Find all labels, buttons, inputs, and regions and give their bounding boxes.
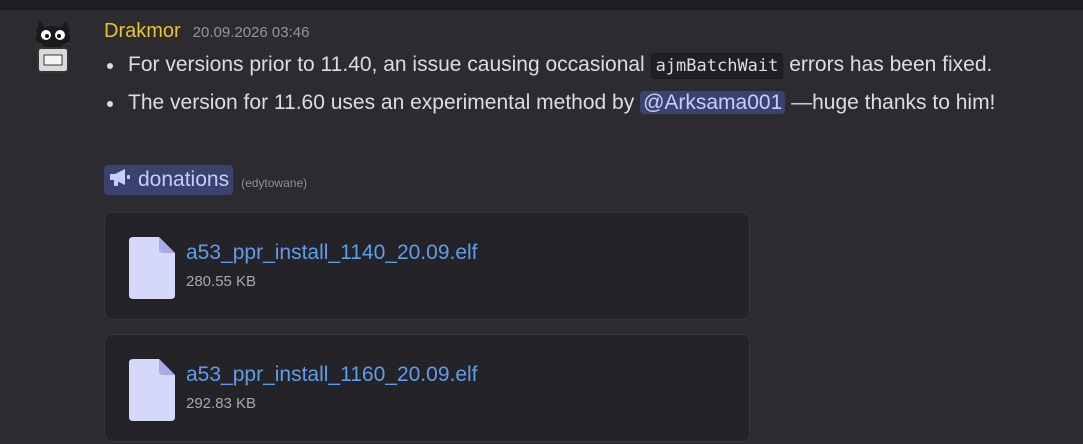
megaphone-icon [108,167,132,193]
avatar[interactable] [24,18,82,76]
chat-message: Drakmor 20.09.2026 03:46 For versions pr… [0,10,1083,444]
top-bar [0,0,1083,10]
file-name-link[interactable]: a53_ppr_install_1160_20.09.elf [186,363,478,387]
bullet-text: —huge thanks to him! [785,91,996,114]
file-attachment: a53_ppr_install_1160_20.09.elf 292.83 KB [104,334,750,442]
list-item: For versions prior to 11.40, an issue ca… [104,52,1074,90]
bullet-text: For versions prior to 11.40, an issue ca… [128,53,651,76]
file-size: 292.83 KB [186,395,257,412]
file-icon [129,359,175,421]
list-item: The version for 11.60 uses an experiment… [104,90,1074,128]
file-name-link[interactable]: a53_ppr_install_1140_20.09.elf [186,241,478,265]
file-size: 280.55 KB [186,273,257,290]
file-attachment: a53_ppr_install_1140_20.09.elf 280.55 KB [104,212,750,320]
channel-name: donations [138,168,230,191]
edited-label: (edytowane) [241,176,308,190]
author-name[interactable]: Drakmor [104,20,181,43]
bullet-text: The version for 11.60 uses an experiment… [128,91,641,114]
channel-line: donations (edytowane) [104,164,307,196]
message-header: Drakmor 20.09.2026 03:46 [104,20,309,44]
file-icon [129,237,175,299]
bullet-text: errors has been fixed. [783,53,993,76]
inline-code: ajmBatchWait [650,53,784,79]
bullet-list: For versions prior to 11.40, an issue ca… [104,52,1074,128]
user-mention[interactable]: @Arksama001 [640,91,786,114]
channel-mention[interactable]: donations [104,165,234,195]
timestamp: 20.09.2026 03:46 [192,24,310,41]
